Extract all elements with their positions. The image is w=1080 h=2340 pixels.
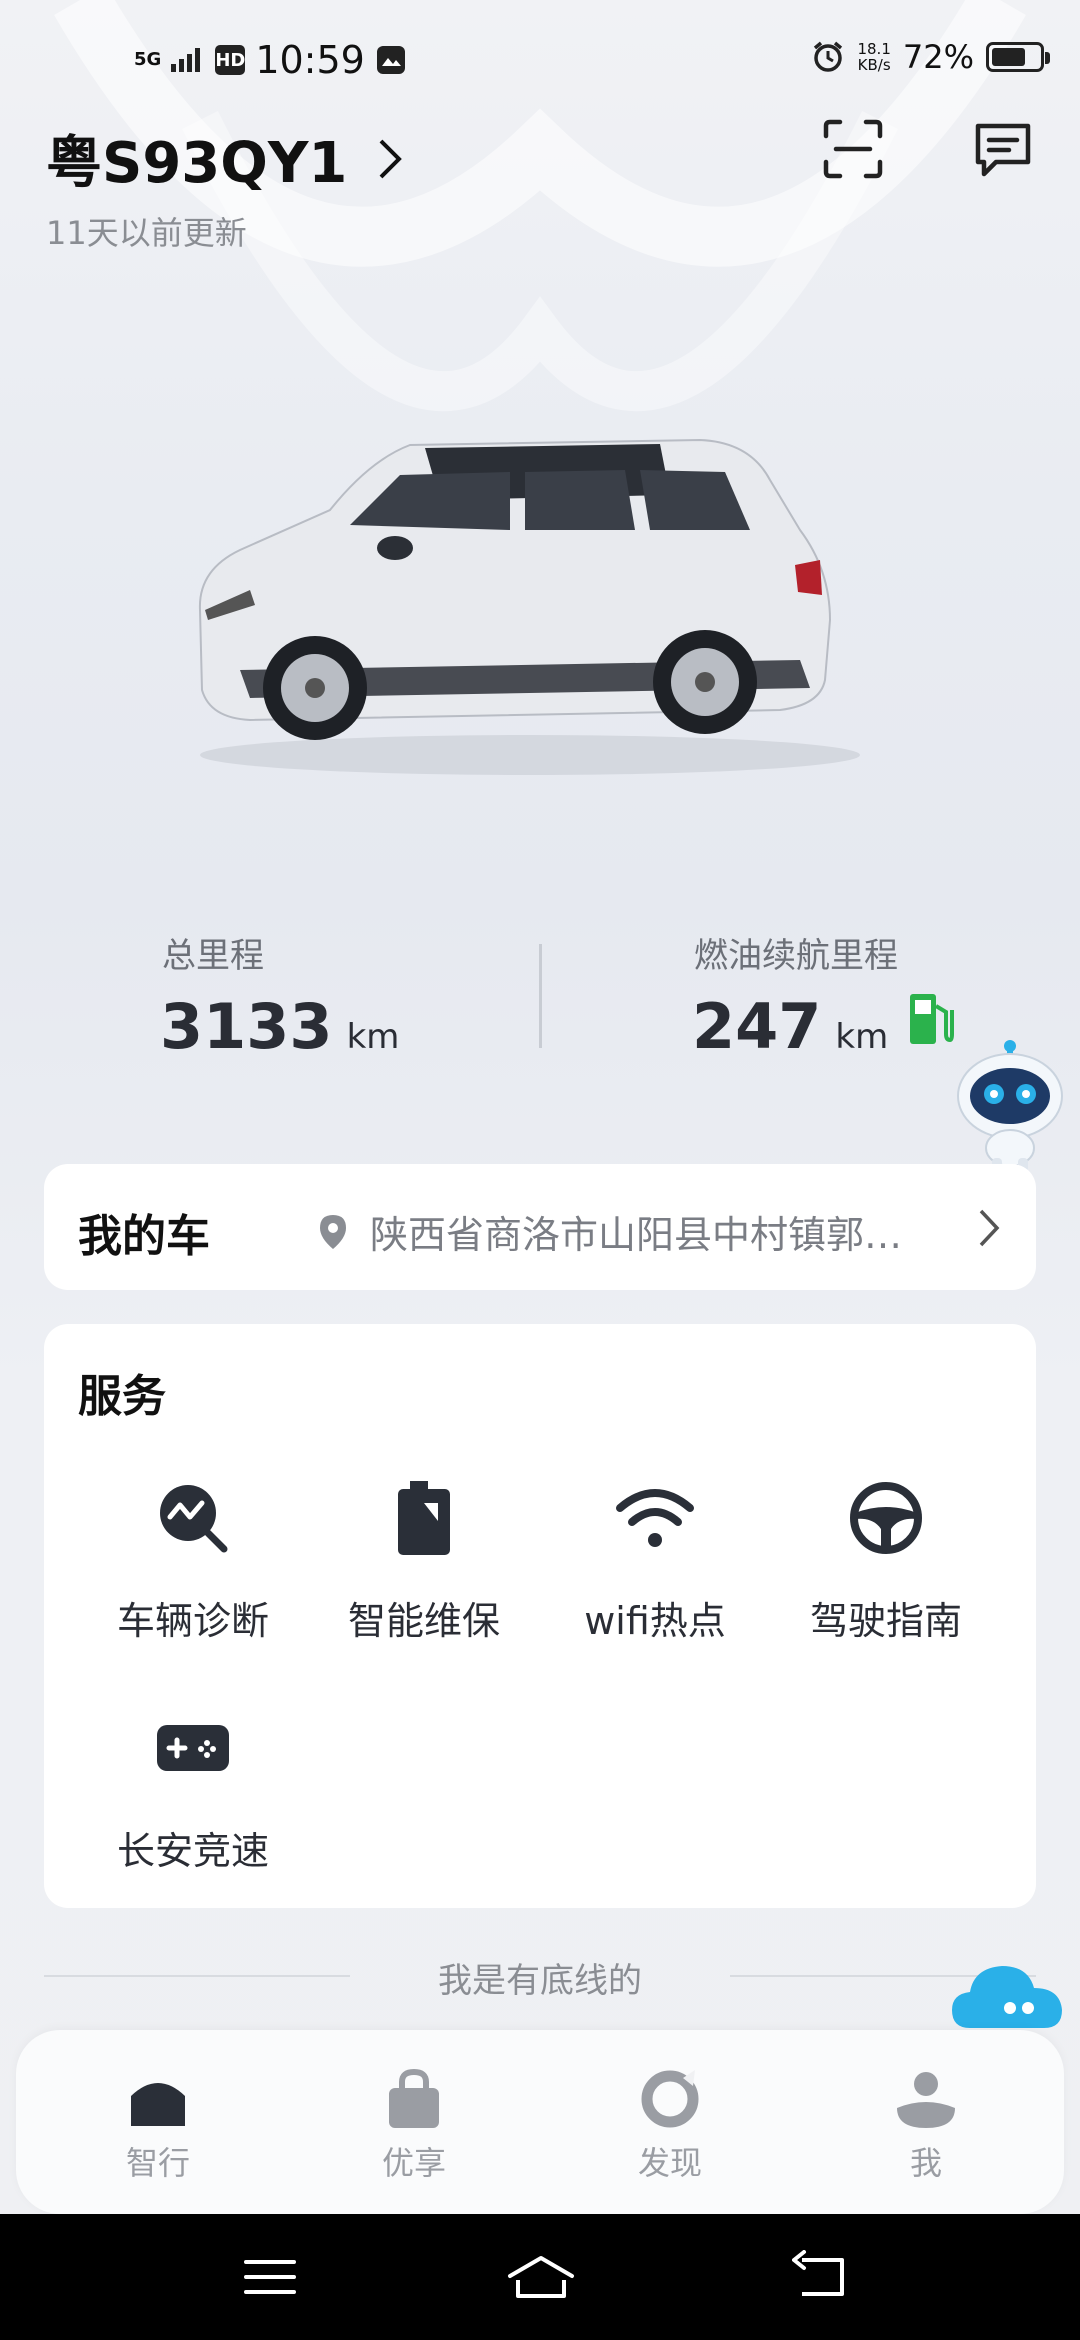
tab-me[interactable]: 我 <box>846 2064 1006 2184</box>
range-value-group: 247 km <box>692 990 888 1063</box>
tab-label: 优享 <box>381 2144 446 2182</box>
vehicle-plate: 粤S93QY1 <box>46 131 348 196</box>
service-driving-guide[interactable]: 驾驶指南 <box>771 1476 1001 1645</box>
service-smart-maintenance[interactable]: 智能维保 <box>309 1476 539 1645</box>
system-navigation-bar <box>0 2214 1080 2340</box>
hd-badge: HD <box>215 45 245 75</box>
stats-divider <box>539 944 542 1048</box>
steering-wheel-icon <box>850 1482 922 1554</box>
range-value: 247 <box>692 990 822 1063</box>
location-pin-icon <box>320 1214 346 1249</box>
status-bar: 5G HD 10:59 18.1 KB/s 72% <box>0 0 1080 120</box>
clock: 10:59 <box>255 38 365 82</box>
menu-icon[interactable] <box>240 2250 300 2304</box>
tab-label: 发现 <box>637 2144 702 2182</box>
service-vehicle-diagnosis[interactable]: 车辆诊断 <box>78 1476 308 1645</box>
range-label: 燃油续航里程 <box>694 936 898 976</box>
assistant-robot-icon[interactable] <box>952 1038 1068 1174</box>
maintenance-icon <box>398 1481 450 1555</box>
home-nav-icon[interactable] <box>506 2250 576 2304</box>
services-card: 服务 车辆诊断 智能维保 wifi热点 驾驶指南 长安竞速 <box>44 1324 1036 1908</box>
gamepad-icon <box>157 1725 229 1771</box>
network-speed-value: 18.1 <box>857 40 891 58</box>
tab-label: 我 <box>909 2144 942 2182</box>
mileage-label: 总里程 <box>162 936 264 976</box>
service-label: 车辆诊断 <box>116 1599 269 1643</box>
network-speed: 18.1 KB/s <box>857 41 890 73</box>
diagnosis-icon <box>160 1485 228 1553</box>
list-end-text: 我是有底线的 <box>438 1961 642 2001</box>
discover-icon <box>641 2070 699 2128</box>
location-text: 陕西省商洛市山阳县中村镇郭… <box>370 1213 903 1257</box>
cloud-assistant-icon[interactable] <box>950 1958 1064 2034</box>
tab-smart-drive[interactable]: 智行 <box>78 2064 238 2184</box>
chevron-right-icon <box>379 139 403 178</box>
mileage-value: 3133 <box>160 990 333 1063</box>
home-icon <box>131 2083 185 2126</box>
service-changan-racing[interactable]: 长安竞速 <box>78 1706 308 1875</box>
tab-enjoy[interactable]: 优享 <box>334 2064 494 2184</box>
gallery-notification-icon <box>376 46 405 74</box>
network-indicator: 5G <box>134 49 162 70</box>
mileage-unit: km <box>346 1017 400 1057</box>
update-time: 11天以前更新 <box>46 214 247 252</box>
network-speed-unit: KB/s <box>857 56 891 74</box>
alarm-icon <box>814 41 843 72</box>
vehicle-location[interactable]: 陕西省商洛市山阳县中村镇郭… <box>318 1204 968 1259</box>
fuel-pump-icon <box>910 994 954 1044</box>
battery-percent: 72% <box>902 38 974 76</box>
scan-button[interactable] <box>822 118 884 180</box>
bag-icon <box>389 2068 439 2128</box>
wifi-icon <box>616 1489 694 1547</box>
service-label: wifi热点 <box>584 1599 726 1643</box>
bottom-tab-bar: 智行 优享 发现 我 <box>16 2030 1064 2214</box>
vehicle-plate-selector[interactable]: 粤S93QY1 <box>46 118 403 199</box>
message-icon <box>975 123 1031 177</box>
scan-icon <box>823 119 883 179</box>
tab-label: 智行 <box>125 2144 190 2182</box>
service-label: 智能维保 <box>347 1599 500 1643</box>
range-unit: km <box>835 1017 889 1057</box>
service-label: 长安竞速 <box>116 1829 269 1873</box>
service-label: 驾驶指南 <box>809 1599 962 1643</box>
chevron-right-icon <box>979 1209 1000 1247</box>
services-title: 服务 <box>78 1371 166 1422</box>
battery-icon <box>986 42 1050 72</box>
message-button[interactable] <box>972 118 1034 180</box>
my-car-title: 我的车 <box>78 1211 210 1262</box>
tab-discover[interactable]: 发现 <box>590 2064 750 2184</box>
mileage-value-group: 3133 km <box>160 990 399 1063</box>
service-wifi-hotspot[interactable]: wifi热点 <box>540 1476 770 1645</box>
back-icon[interactable] <box>792 2250 852 2304</box>
person-icon <box>897 2072 955 2128</box>
battery-fill <box>992 48 1026 66</box>
signal-icon <box>171 48 201 72</box>
vehicle-image <box>198 438 860 775</box>
my-car-card[interactable]: 我的车 陕西省商洛市山阳县中村镇郭… <box>44 1164 1036 1290</box>
